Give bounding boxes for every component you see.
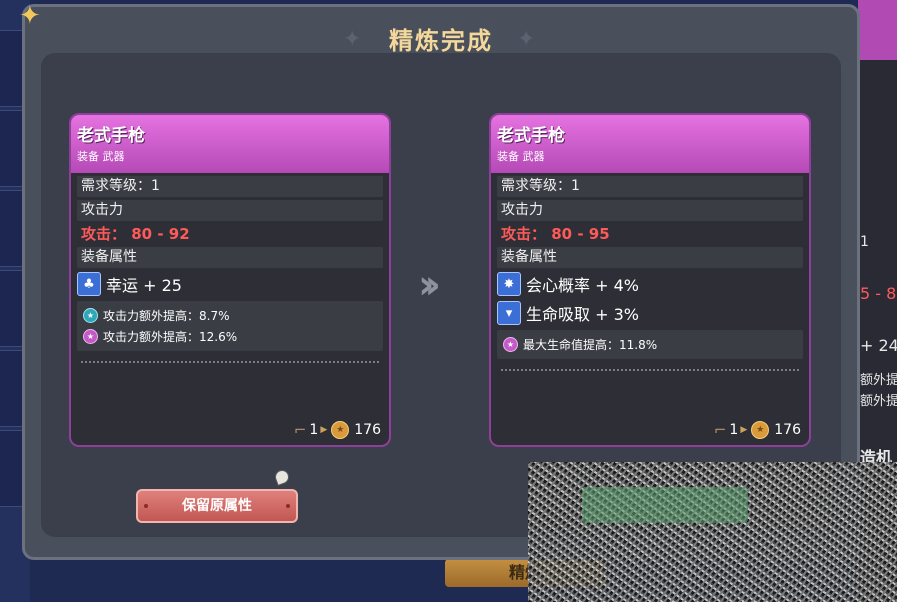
attribute-text: 会心概率 + 4%	[526, 276, 639, 295]
item-type: 装备 武器	[497, 150, 545, 163]
attribute-row: ✸ 会心概率 + 4%	[497, 271, 803, 297]
level-requirement: 需求等级：1	[77, 176, 383, 197]
background-slot	[0, 30, 23, 107]
upgrade-count: 1	[729, 422, 739, 438]
attribute-text: 生命吸取 + 3%	[526, 305, 639, 324]
coin-value: 176	[354, 422, 381, 438]
item-name: 老式手枪	[77, 126, 145, 146]
star-badge-pink-icon: ★	[83, 329, 98, 344]
arrow-right-icon: ▶	[320, 425, 328, 435]
item-type: 装备 武器	[77, 150, 125, 163]
background-text: + 24	[860, 336, 897, 355]
star-badge-pink-icon: ★	[503, 337, 518, 352]
attack-value: 攻击： 80 - 95	[501, 225, 610, 243]
background-slot	[0, 350, 23, 427]
coin-value: 176	[774, 422, 801, 438]
attribute-row: ♣ 幸运 + 25	[77, 271, 383, 297]
attack-header: 攻击力	[497, 200, 803, 221]
bonus-row: ★ 最大生命值提高：11.8%	[503, 334, 797, 355]
background-header-strip	[858, 0, 897, 60]
fang-icon: ▾	[497, 301, 521, 325]
attribute-text: 幸运 + 25	[106, 276, 182, 295]
bonus-text: 最大生命值提高：11.8%	[523, 338, 658, 352]
double-chevron-right-icon: ››	[418, 262, 441, 308]
star-badge-teal-icon: ★	[83, 308, 98, 323]
bonus-box: ★ 攻击力额外提高：8.7% ★ 攻击力额外提高：12.6%	[77, 301, 383, 351]
background-text: 5 - 8	[860, 284, 897, 303]
bonus-text: 攻击力额外提高：8.7%	[103, 309, 230, 323]
pistol-icon: ⌐	[713, 421, 727, 439]
bonus-row: ★ 攻击力额外提高：8.7%	[83, 305, 377, 326]
background-text: 额外提高	[860, 373, 897, 388]
coin-icon: ★	[331, 421, 350, 439]
button-pip	[144, 504, 148, 508]
button-pip	[286, 504, 290, 508]
obscured-region	[528, 462, 897, 602]
upgrade-count: 1	[309, 422, 319, 438]
bonus-row: ★ 攻击力额外提高：12.6%	[83, 326, 377, 347]
level-requirement: 需求等级：1	[497, 176, 803, 197]
attack-value: 攻击： 80 - 92	[81, 225, 190, 243]
attribute-row: ▾ 生命吸取 + 3%	[497, 300, 803, 326]
card-header: 老式手枪 装备 武器	[71, 115, 389, 173]
coin-icon: ★	[751, 421, 770, 439]
card-header: 老式手枪 装备 武器	[491, 115, 809, 173]
attributes-header: 装备属性	[77, 247, 383, 268]
background-text: 1	[860, 234, 869, 250]
bonus-box: ★ 最大生命值提高：11.8%	[497, 330, 803, 359]
divider	[501, 369, 799, 371]
background-slot	[0, 190, 23, 267]
arrow-right-icon: ▶	[740, 425, 748, 435]
background-slot	[0, 110, 23, 187]
dialog-title: 精炼完成	[389, 27, 493, 55]
item-name: 老式手枪	[497, 126, 565, 146]
background-text: 额外提高	[860, 394, 897, 409]
obscured-confirm-button[interactable]	[582, 487, 748, 523]
attack-header: 攻击力	[77, 200, 383, 221]
item-card-refined: 老式手枪 装备 武器 需求等级：1 攻击力 攻击： 80 - 95 装备属性 ✸…	[489, 113, 811, 447]
item-card-original: 老式手枪 装备 武器 需求等级：1 攻击力 攻击： 80 - 92 装备属性 ♣…	[69, 113, 391, 447]
bonus-text: 攻击力额外提高：12.6%	[103, 330, 238, 344]
background-slot	[0, 270, 23, 347]
card-footer: ⌐ 1 ▶ ★ 176	[714, 421, 801, 439]
pistol-icon: ⌐	[293, 421, 307, 439]
critical-burst-icon: ✸	[497, 272, 521, 296]
card-footer: ⌐ 1 ▶ ★ 176	[294, 421, 381, 439]
divider	[81, 361, 379, 363]
clover-icon: ♣	[77, 272, 101, 296]
keep-original-button[interactable]: 保留原属性	[136, 489, 298, 523]
keep-original-label: 保留原属性	[182, 498, 252, 514]
background-slot	[0, 430, 23, 507]
attributes-header: 装备属性	[497, 247, 803, 268]
